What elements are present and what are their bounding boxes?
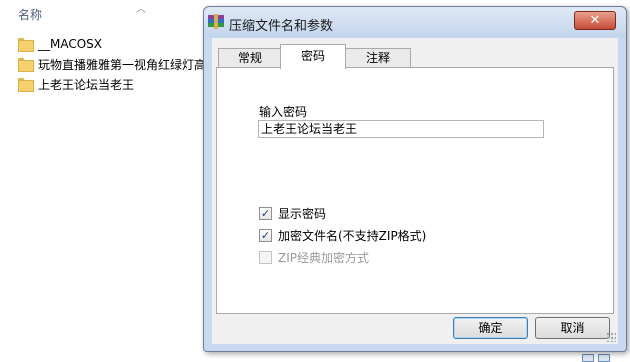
list-item[interactable]: 玩物直播雅雅第一视角红绿灯高	[18, 54, 206, 74]
dialog-titlebar[interactable]: 压缩文件名和参数 ✕	[204, 7, 626, 37]
show-password-label: 显示密码	[278, 207, 327, 221]
show-password-option[interactable]: ✓ 显示密码	[259, 205, 326, 222]
tiles-view-icon[interactable]	[598, 354, 610, 362]
password-label: 输入密码	[259, 105, 308, 119]
tab-password[interactable]: 密码	[280, 44, 346, 69]
list-item[interactable]: 上老王论坛当老王	[18, 74, 206, 94]
close-button[interactable]: ✕	[574, 11, 616, 30]
encrypt-filenames-label: 加密文件名(不支持ZIP格式)	[278, 229, 427, 243]
zip-legacy-encryption-option: ZIP经典加密方式	[259, 249, 369, 266]
password-input[interactable]: 上老王论坛当老王	[258, 120, 544, 138]
dialog-title: 压缩文件名和参数	[229, 19, 334, 34]
tab-comment[interactable]: 注释	[345, 48, 411, 68]
password-tab-panel: 输入密码 上老王论坛当老王 ✓ 显示密码 ✓ 加密文件名(不支持ZIP格式) Z…	[216, 67, 614, 314]
resize-grip-icon[interactable]	[606, 332, 616, 342]
checkbox-checked-icon[interactable]: ✓	[259, 229, 272, 242]
checkbox-checked-icon[interactable]: ✓	[259, 207, 272, 220]
cancel-button[interactable]: 取消	[535, 317, 610, 339]
folder-icon	[18, 58, 34, 72]
details-view-icon[interactable]	[582, 354, 594, 362]
list-item[interactable]: __MACOSX	[18, 34, 206, 54]
encrypt-filenames-option[interactable]: ✓ 加密文件名(不支持ZIP格式)	[259, 227, 426, 244]
file-name: 玩物直播雅雅第一视角红绿灯高	[38, 57, 207, 72]
ok-button[interactable]: 确定	[453, 317, 528, 339]
winrar-icon	[208, 14, 224, 29]
dialog-client: 常规 密码 注释 输入密码 上老王论坛当老王 ✓ 显示密码 ✓ 加密文件名(不支…	[212, 38, 618, 344]
name-column-header[interactable]: 名称	[18, 6, 42, 23]
checkbox-unchecked-icon	[259, 251, 272, 264]
file-name: 上老王论坛当老王	[38, 77, 135, 92]
file-name: __MACOSX	[38, 37, 103, 51]
zip-legacy-encryption-label: ZIP经典加密方式	[278, 251, 369, 265]
file-list: __MACOSX 玩物直播雅雅第一视角红绿灯高 上老王论坛当老王	[18, 34, 206, 94]
folder-icon	[18, 78, 34, 92]
chevron-up-icon: ︿	[136, 4, 146, 15]
folder-icon	[18, 38, 34, 52]
tab-general[interactable]: 常规	[218, 48, 282, 68]
archive-settings-dialog: 压缩文件名和参数 ✕ 常规 密码 注释 输入密码 上老王论坛当老王 ✓ 显示密码…	[203, 6, 627, 352]
